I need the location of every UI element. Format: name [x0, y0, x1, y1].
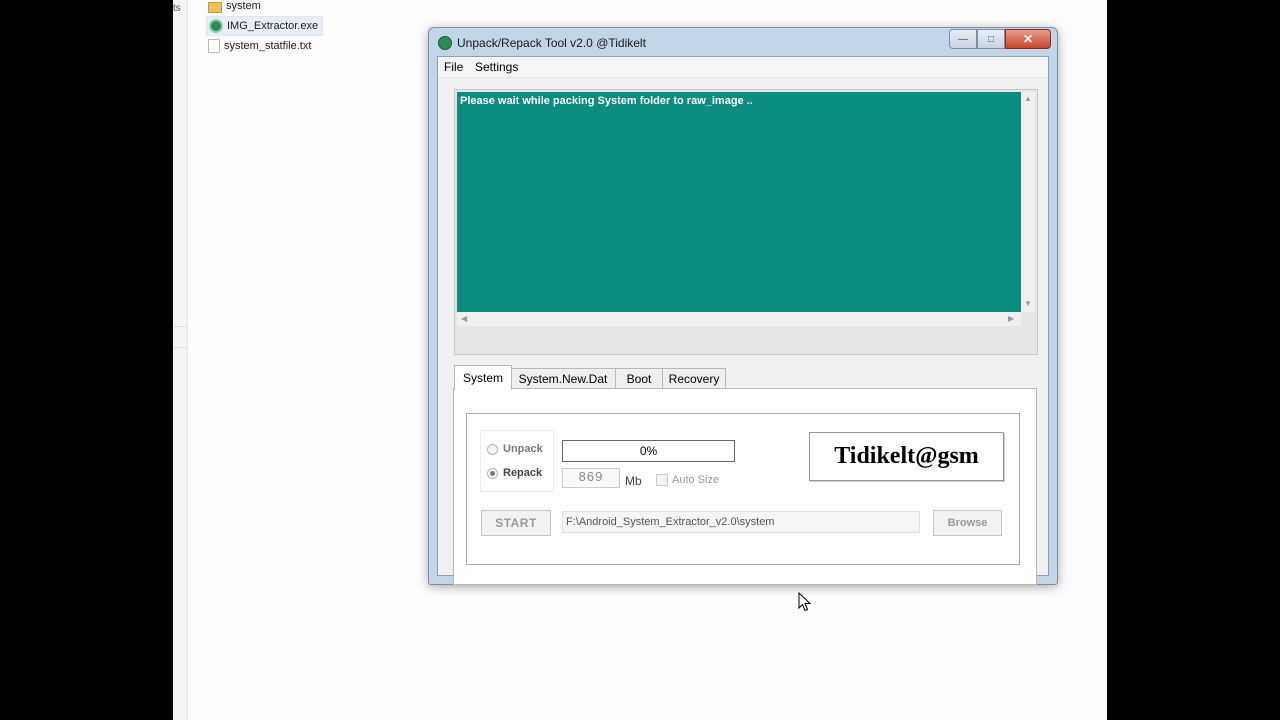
clipped-edge-text: ts — [173, 3, 181, 14]
log-area[interactable]: Please wait while packing System folder … — [457, 92, 1021, 312]
file-item-img-extractor[interactable]: IMG_Extractor.exe — [206, 16, 324, 36]
progress-text: 0% — [639, 444, 658, 458]
radio-dot-selected-icon — [487, 467, 498, 479]
path-field[interactable]: F:\Android_System_Extractor_v2.0\system — [562, 511, 920, 533]
log-vertical-scrollbar[interactable]: ▲ ▼ — [1021, 92, 1035, 312]
mode-radio-group: Unpack Repack — [480, 430, 554, 492]
radio-dot-icon — [487, 443, 498, 455]
caption-buttons: — □ ✕ — [949, 29, 1051, 49]
unpack-radio[interactable]: Unpack — [487, 443, 543, 455]
auto-size-checkbox[interactable]: Auto Size — [656, 474, 719, 486]
repack-radio[interactable]: Repack — [487, 467, 542, 479]
log-horizontal-scrollbar[interactable]: ◀ ▶ — [457, 312, 1021, 326]
menu-settings[interactable]: Settings — [475, 60, 518, 74]
file-item-statfile[interactable]: system_statfile.txt — [206, 37, 315, 55]
tab-system-new-dat[interactable]: System.New.Dat — [510, 368, 616, 389]
window-client: File Settings Please wait while packing … — [437, 56, 1049, 585]
scroll-marker — [173, 326, 187, 348]
checkbox-icon — [656, 474, 668, 486]
close-button[interactable]: ✕ — [1005, 29, 1051, 49]
file-item-system[interactable]: system — [206, 0, 265, 15]
scroll-right-icon[interactable]: ▶ — [1008, 314, 1014, 323]
size-unit-label: Mb — [625, 474, 642, 488]
text-file-icon — [208, 39, 220, 53]
tab-recovery[interactable]: Recovery — [662, 368, 726, 389]
file-name: system — [226, 0, 261, 12]
size-input[interactable]: 869 — [562, 468, 620, 488]
menu-bar: File Settings — [438, 57, 1048, 78]
radio-label: Repack — [503, 467, 543, 479]
log-box: Please wait while packing System folder … — [454, 89, 1038, 355]
file-name: IMG_Extractor.exe — [227, 20, 319, 32]
title-bar[interactable]: Unpack/Repack Tool v2.0 @Tidikelt — □ ✕ — [429, 28, 1057, 56]
brand-label: Tidikelt@gsm — [809, 432, 1004, 481]
window-title: Unpack/Repack Tool v2.0 @Tidikelt — [457, 36, 646, 50]
exe-icon — [209, 19, 223, 33]
folder-icon — [208, 2, 222, 13]
scroll-left-icon[interactable]: ◀ — [461, 314, 467, 323]
file-name: system_statfile.txt — [224, 40, 312, 52]
unpack-repack-window: Unpack/Repack Tool v2.0 @Tidikelt — □ ✕ … — [428, 27, 1058, 585]
progress-bar: 0% — [562, 440, 735, 462]
radio-label: Unpack — [503, 443, 543, 455]
minimize-button[interactable]: — — [949, 29, 977, 49]
scroll-down-icon[interactable]: ▼ — [1024, 299, 1032, 308]
tab-system[interactable]: System — [454, 365, 512, 390]
start-button[interactable]: START — [481, 510, 551, 536]
mouse-pointer-icon — [798, 592, 812, 612]
options-group: Unpack Repack 0% 869 Mb Auto Size Tidike… — [466, 413, 1020, 565]
maximize-button[interactable]: □ — [977, 29, 1005, 49]
system-tab-panel: Unpack Repack 0% 869 Mb Auto Size Tidike… — [453, 388, 1037, 585]
log-message: Please wait while packing System folder … — [460, 95, 753, 107]
scroll-up-icon[interactable]: ▲ — [1024, 94, 1032, 103]
navigation-pane-edge — [173, 0, 188, 720]
browse-button[interactable]: Browse — [933, 510, 1002, 536]
app-icon — [438, 36, 452, 50]
menu-file[interactable]: File — [444, 60, 463, 74]
auto-size-label: Auto Size — [672, 474, 720, 486]
tab-boot[interactable]: Boot — [615, 368, 663, 389]
